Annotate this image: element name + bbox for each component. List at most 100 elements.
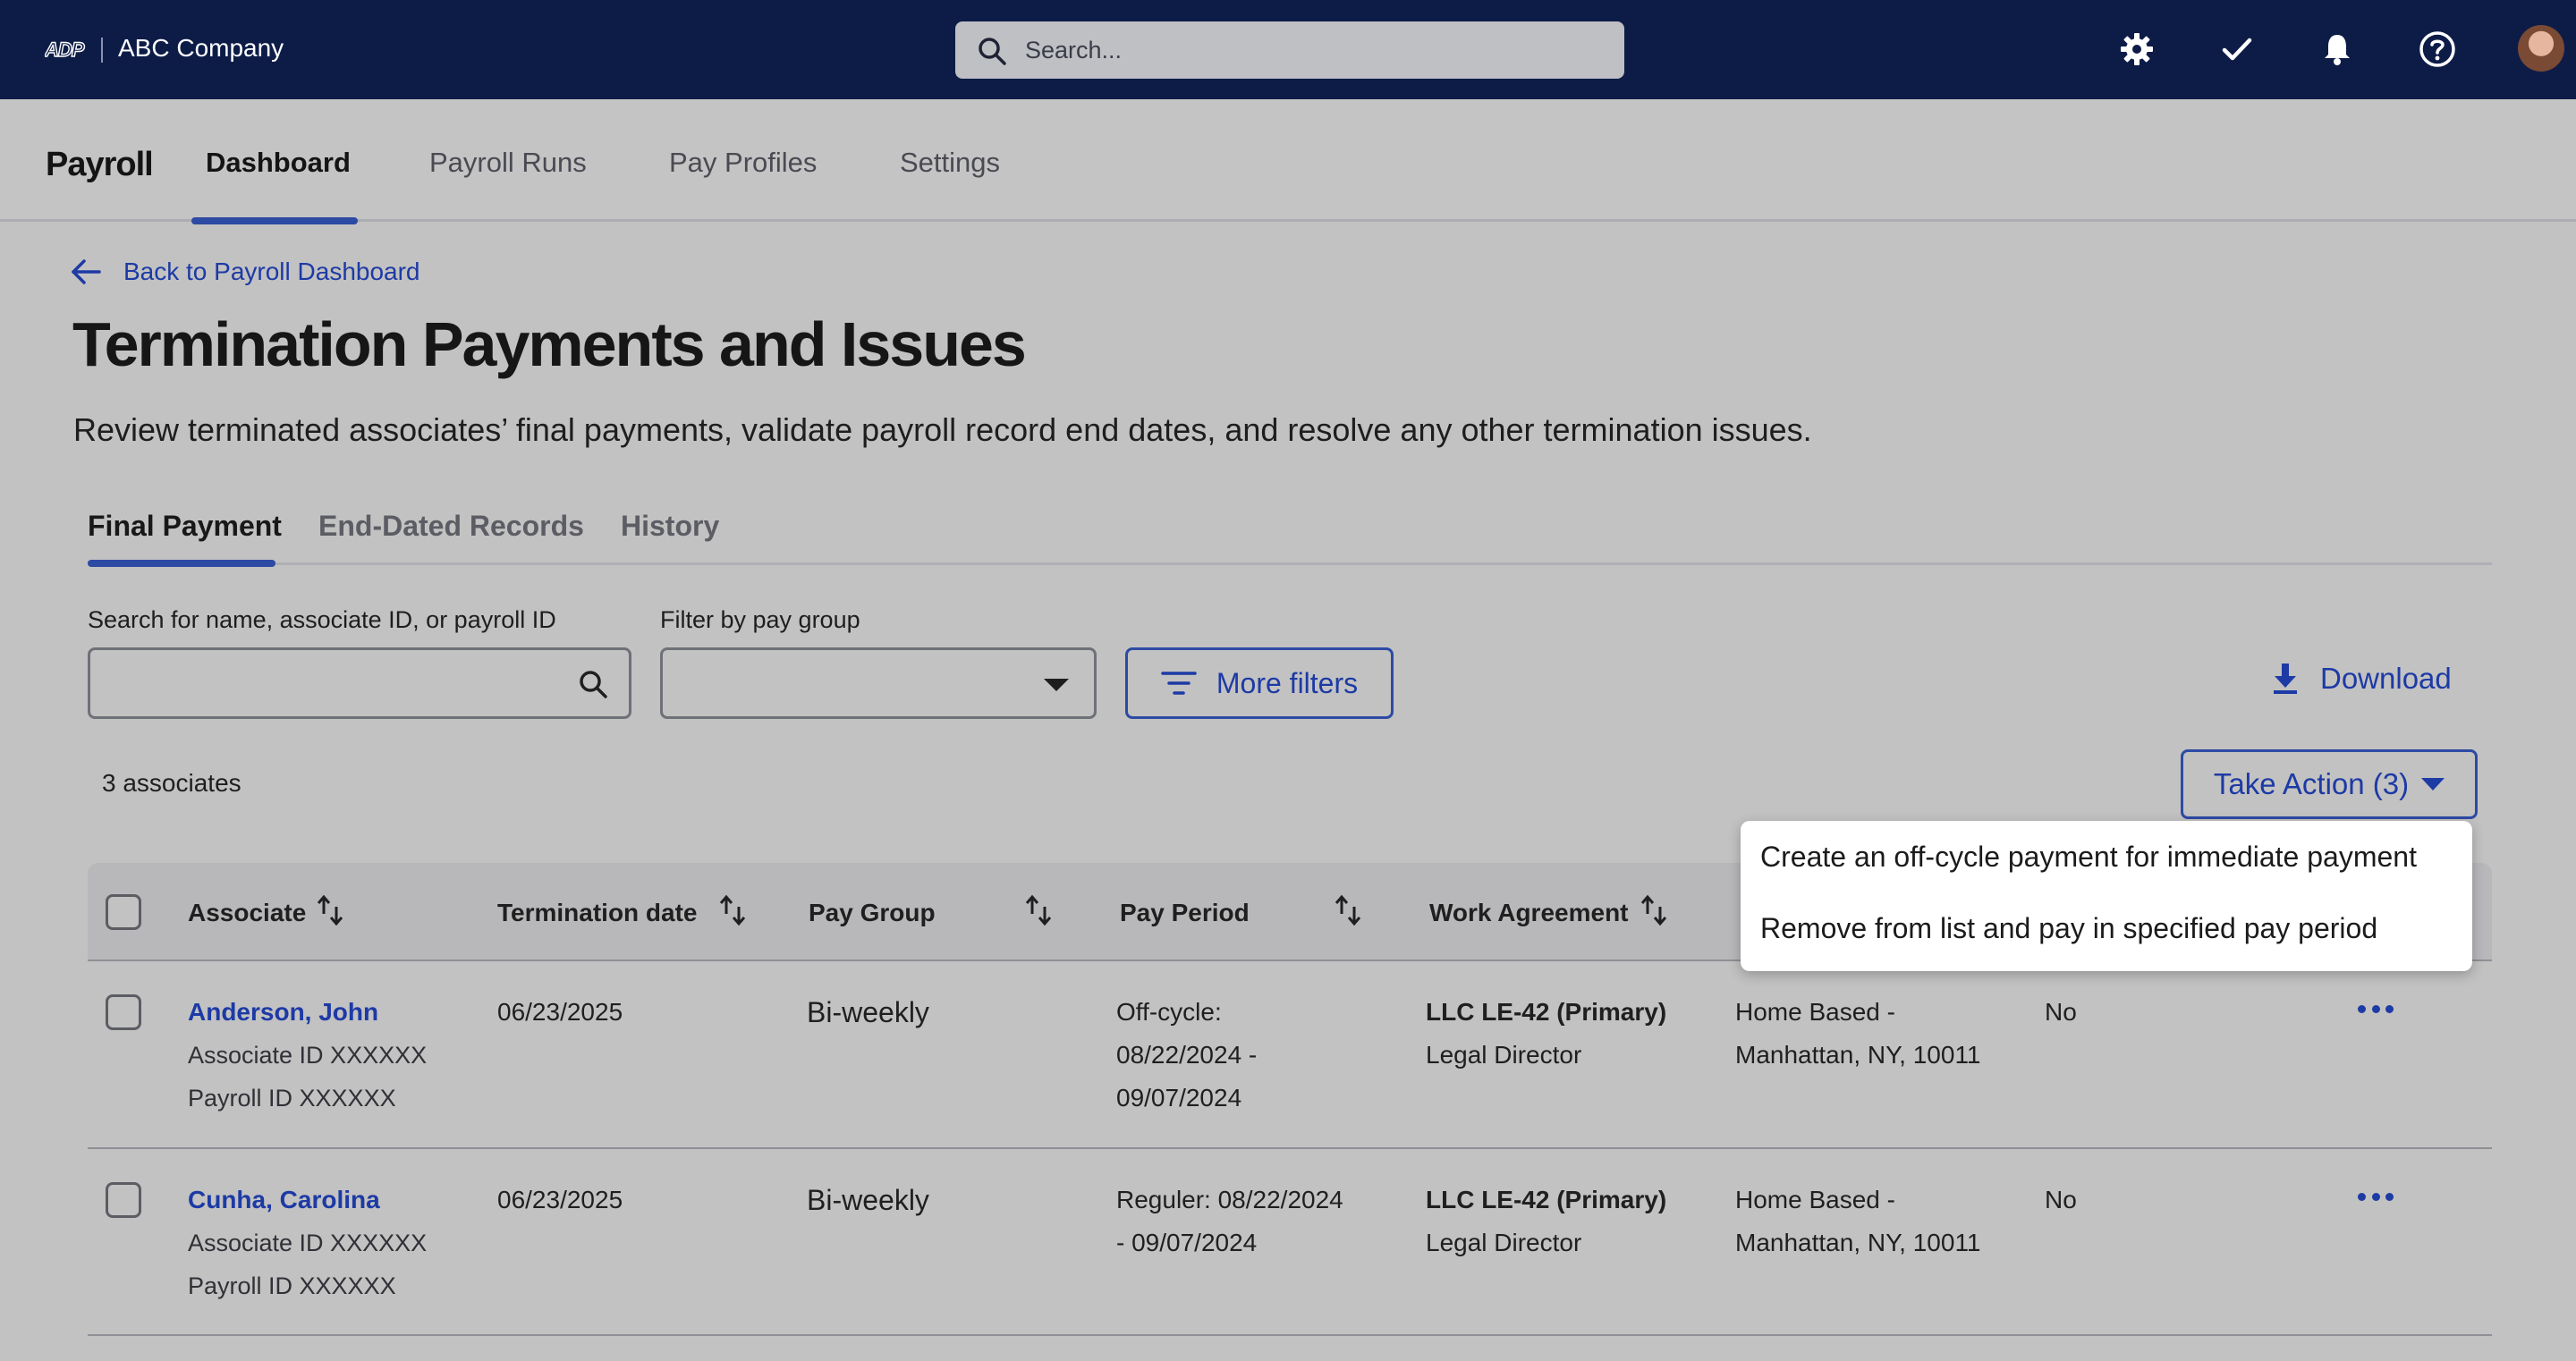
pay-period-line2: 08/22/2024 - <box>1116 1041 1258 1069</box>
associate-count: 3 associates <box>102 769 242 797</box>
help-button[interactable] <box>2415 27 2460 72</box>
row-checkbox[interactable] <box>106 1182 141 1218</box>
select-all-checkbox[interactable] <box>106 894 141 930</box>
sort-icon[interactable] <box>1023 892 1054 928</box>
ellipsis-icon <box>2358 1192 2366 1201</box>
paygroup-select[interactable] <box>660 647 1097 719</box>
active-tab-indicator <box>191 217 358 224</box>
location-line1: Home Based - <box>1735 1186 1895 1213</box>
search-icon <box>979 38 1006 65</box>
pay-period-line1: Reguler: 08/22/2024 <box>1116 1186 1343 1213</box>
global-search-input[interactable] <box>1025 32 1597 68</box>
user-avatar[interactable] <box>2518 25 2564 72</box>
menu-item-remove-and-pay-later[interactable]: Remove from list and pay in specified pa… <box>1760 912 2377 945</box>
tasks-button[interactable] <box>2215 27 2259 72</box>
more-filters-button[interactable]: More filters <box>1125 647 1394 719</box>
help-icon <box>2419 31 2455 67</box>
take-action-menu: Create an off-cycle payment for immediat… <box>1741 821 2472 971</box>
arrow-left-icon <box>72 259 101 284</box>
settings-button[interactable] <box>2114 27 2159 72</box>
caret-down-icon <box>2421 778 2445 790</box>
pay-period-line2: - 09/07/2024 <box>1116 1229 1258 1256</box>
associate-search[interactable] <box>88 647 631 719</box>
tab-pay-profiles[interactable]: Pay Profiles <box>669 147 817 179</box>
associate-id: Associate ID XXXXXX <box>188 1230 428 1256</box>
column-header-associate[interactable]: Associate <box>188 899 306 927</box>
more-filters-label: More filters <box>1216 666 1359 699</box>
take-action-button[interactable]: Take Action (3) <box>2181 749 2478 819</box>
sort-icon[interactable] <box>315 892 345 928</box>
notifications-button[interactable] <box>2315 27 2360 72</box>
ellipsis-icon <box>2358 1004 2366 1013</box>
paygroup-label: Filter by pay group <box>660 606 860 633</box>
sort-icon[interactable] <box>1333 892 1363 928</box>
bell-icon <box>2325 35 2350 65</box>
status-flag: No <box>2045 1186 2077 1213</box>
back-to-dashboard-link[interactable]: Back to Payroll Dashboard <box>70 258 420 286</box>
back-link-label: Back to Payroll Dashboard <box>123 258 420 285</box>
pay-group: Bi-weekly <box>807 1184 929 1216</box>
work-agreement-role: Legal Director <box>1426 1229 1582 1256</box>
tab-history[interactable]: History <box>621 510 719 543</box>
pay-period-line1: Off-cycle: <box>1116 998 1222 1026</box>
chevron-down-icon <box>1044 679 1069 691</box>
ellipsis-icon <box>2371 1192 2380 1201</box>
column-header-pay-period[interactable]: Pay Period <box>1120 899 1250 927</box>
gear-icon <box>2121 33 2153 65</box>
menu-item-create-off-cycle-payment[interactable]: Create an off-cycle payment for immediat… <box>1760 841 2417 874</box>
tab-final-payment[interactable]: Final Payment <box>88 510 282 543</box>
associate-name-link[interactable]: Cunha, Carolina <box>188 1179 380 1222</box>
ellipsis-icon <box>2371 1004 2380 1013</box>
location-line2: Manhattan, NY, 10011 <box>1735 1229 1981 1256</box>
column-header-pay-group[interactable]: Pay Group <box>809 899 936 927</box>
search-label: Search for name, associate ID, or payrol… <box>88 606 556 633</box>
product-title: Payroll <box>46 146 154 183</box>
take-action-label: Take Action (3) <box>2213 767 2410 800</box>
filter-icon <box>1161 672 1197 695</box>
tabs-divider <box>88 562 2492 565</box>
global-search[interactable] <box>955 21 1624 79</box>
download-label: Download <box>2320 662 2452 695</box>
status-flag: No <box>2045 998 2077 1026</box>
tab-end-dated-records[interactable]: End-Dated Records <box>318 510 584 543</box>
check-icon <box>2222 38 2252 61</box>
page-title: Termination Payments and Issues <box>72 309 1027 379</box>
row-divider <box>88 1334 2492 1336</box>
download-icon <box>2274 664 2297 694</box>
adp-logo[interactable]: ADP <box>43 36 86 63</box>
pay-period-line3: 09/07/2024 <box>1116 1084 1242 1112</box>
tab-settings[interactable]: Settings <box>900 147 1000 179</box>
termination-date: 06/23/2025 <box>497 1186 623 1213</box>
work-agreement: LLC LE-42 (Primary) <box>1426 1186 1667 1213</box>
row-checkbox[interactable] <box>106 994 141 1030</box>
row-more-actions-button[interactable] <box>2358 1000 2394 1018</box>
sort-icon[interactable] <box>1639 892 1669 928</box>
location-line1: Home Based - <box>1735 998 1895 1026</box>
pay-group: Bi-weekly <box>807 996 929 1028</box>
search-icon <box>580 671 607 698</box>
work-agreement: LLC LE-42 (Primary) <box>1426 998 1667 1026</box>
row-divider <box>88 1147 2492 1149</box>
location-line2: Manhattan, NY, 10011 <box>1735 1041 1981 1069</box>
top-bar: ADP ABC Company <box>0 0 2576 99</box>
download-button[interactable]: Download <box>2272 662 2452 696</box>
company-name: ABC Company <box>118 34 284 62</box>
ellipsis-icon <box>2385 1192 2394 1201</box>
svg-text:ADP: ADP <box>45 38 85 61</box>
column-header-termination-date[interactable]: Termination date <box>497 899 698 927</box>
logo-divider <box>101 38 103 63</box>
work-agreement-role: Legal Director <box>1426 1041 1582 1069</box>
tab-payroll-runs[interactable]: Payroll Runs <box>429 147 587 179</box>
column-header-work-agreement[interactable]: Work Agreement <box>1429 899 1629 927</box>
termination-date: 06/23/2025 <box>497 998 623 1026</box>
page-description: Review terminated associates’ final paym… <box>73 411 1812 448</box>
ellipsis-icon <box>2385 1004 2394 1013</box>
row-more-actions-button[interactable] <box>2358 1188 2394 1205</box>
associate-search-input[interactable] <box>103 663 550 704</box>
sort-icon[interactable] <box>717 892 748 928</box>
associate-id: Associate ID XXXXXX <box>188 1042 428 1069</box>
associate-name-link[interactable]: Anderson, John <box>188 991 378 1034</box>
payroll-id: Payroll ID XXXXXX <box>188 1085 396 1112</box>
product-nav: Payroll Dashboard Payroll Runs Pay Profi… <box>0 99 2576 224</box>
tab-dashboard[interactable]: Dashboard <box>206 147 351 179</box>
